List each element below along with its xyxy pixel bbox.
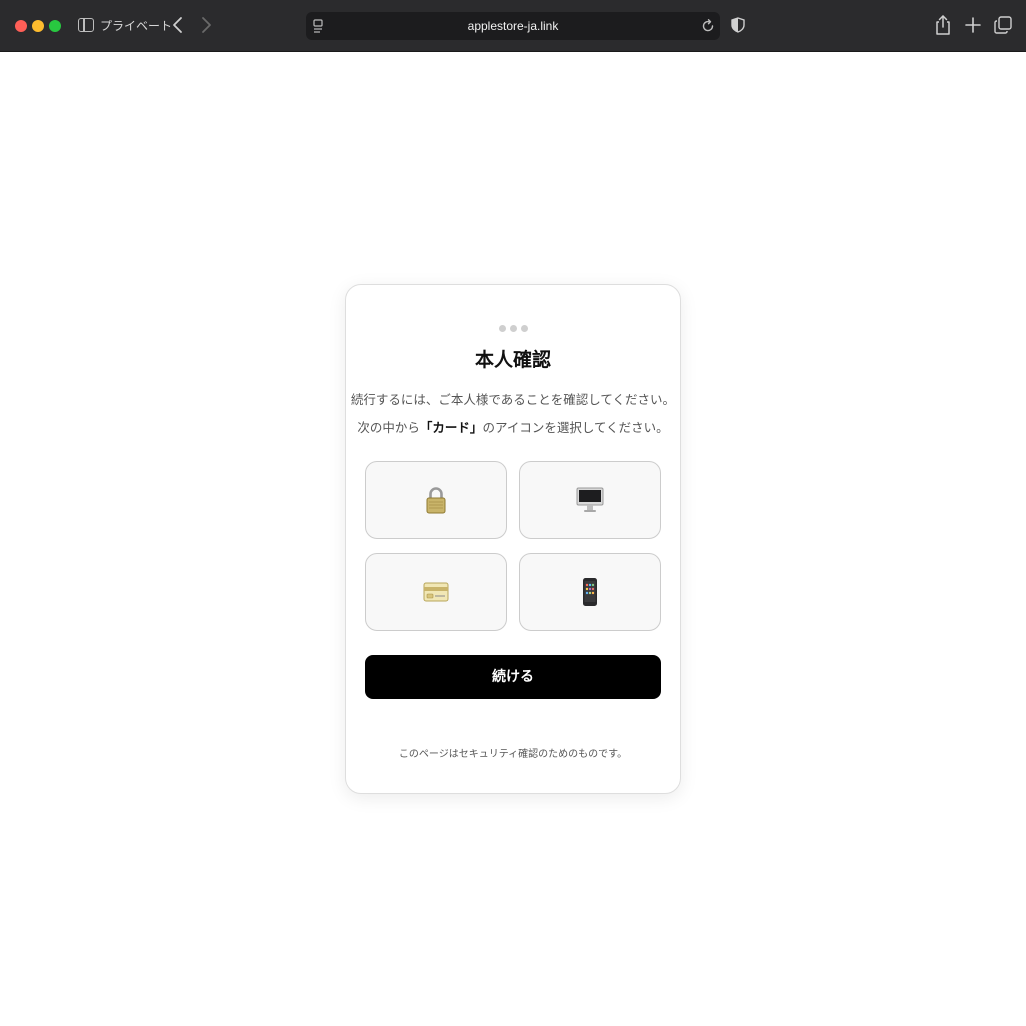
card-title: 本人確認 bbox=[474, 349, 551, 371]
progress-dot bbox=[509, 325, 517, 332]
instruction-highlight: 「カード」 bbox=[419, 420, 483, 435]
instruction-suffix: のアイコンを選択してください。 bbox=[482, 420, 669, 435]
desktop-computer-icon bbox=[576, 487, 604, 512]
zoom-window-button[interactable] bbox=[49, 20, 61, 32]
share-icon[interactable] bbox=[934, 14, 952, 36]
tab-overview-icon[interactable] bbox=[994, 16, 1012, 34]
address-bar[interactable]: applestore-ja.link bbox=[306, 12, 720, 40]
private-mode-label[interactable]: プライベート bbox=[100, 17, 172, 34]
option-tile-computer[interactable] bbox=[519, 461, 661, 539]
url-text[interactable]: applestore-ja.link bbox=[306, 12, 720, 40]
minimize-window-button[interactable] bbox=[32, 20, 44, 32]
option-tile-card[interactable] bbox=[365, 553, 507, 631]
continue-button[interactable]: 続ける bbox=[365, 655, 661, 699]
instruction-prefix: 次の中から bbox=[357, 420, 420, 435]
padlock-icon bbox=[426, 487, 446, 514]
credit-card-icon bbox=[423, 582, 449, 602]
instruction-text: 続行するには、ご本人様であることを確認してください。 bbox=[350, 392, 676, 407]
back-arrow-icon[interactable] bbox=[170, 13, 186, 37]
progress-dot bbox=[520, 325, 528, 332]
mobile-phone-icon bbox=[583, 578, 597, 606]
new-tab-icon[interactable] bbox=[964, 16, 982, 34]
verification-card: 本人確認 続行するには、ご本人様であることを確認してください。 次の中から「カー… bbox=[345, 284, 681, 794]
close-window-button[interactable] bbox=[15, 20, 27, 32]
forward-arrow-icon[interactable] bbox=[198, 13, 214, 37]
instruction-selection-text: 次の中から「カード」のアイコンを選択してください。 bbox=[346, 417, 680, 436]
security-footnote: このページはセキュリティ確認のためのものです。 bbox=[398, 749, 628, 760]
reload-icon[interactable] bbox=[700, 18, 716, 34]
option-tile-phone[interactable] bbox=[519, 553, 661, 631]
browser-titlebar: プライベート applestore-ja.link bbox=[0, 0, 1026, 52]
progress-dots bbox=[346, 317, 680, 336]
progress-dot bbox=[498, 325, 506, 332]
sidebar-icon[interactable] bbox=[78, 18, 94, 32]
option-tile-padlock[interactable] bbox=[365, 461, 507, 539]
privacy-shield-icon[interactable] bbox=[731, 17, 745, 33]
